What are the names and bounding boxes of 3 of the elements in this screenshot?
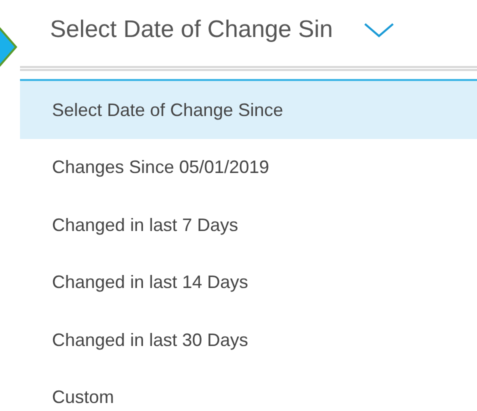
chevron-down-icon[interactable] <box>362 21 395 39</box>
dropdown-option[interactable]: Select Date of Change Since <box>20 79 477 139</box>
select-value[interactable]: Select Date of Change Sin <box>50 12 333 48</box>
